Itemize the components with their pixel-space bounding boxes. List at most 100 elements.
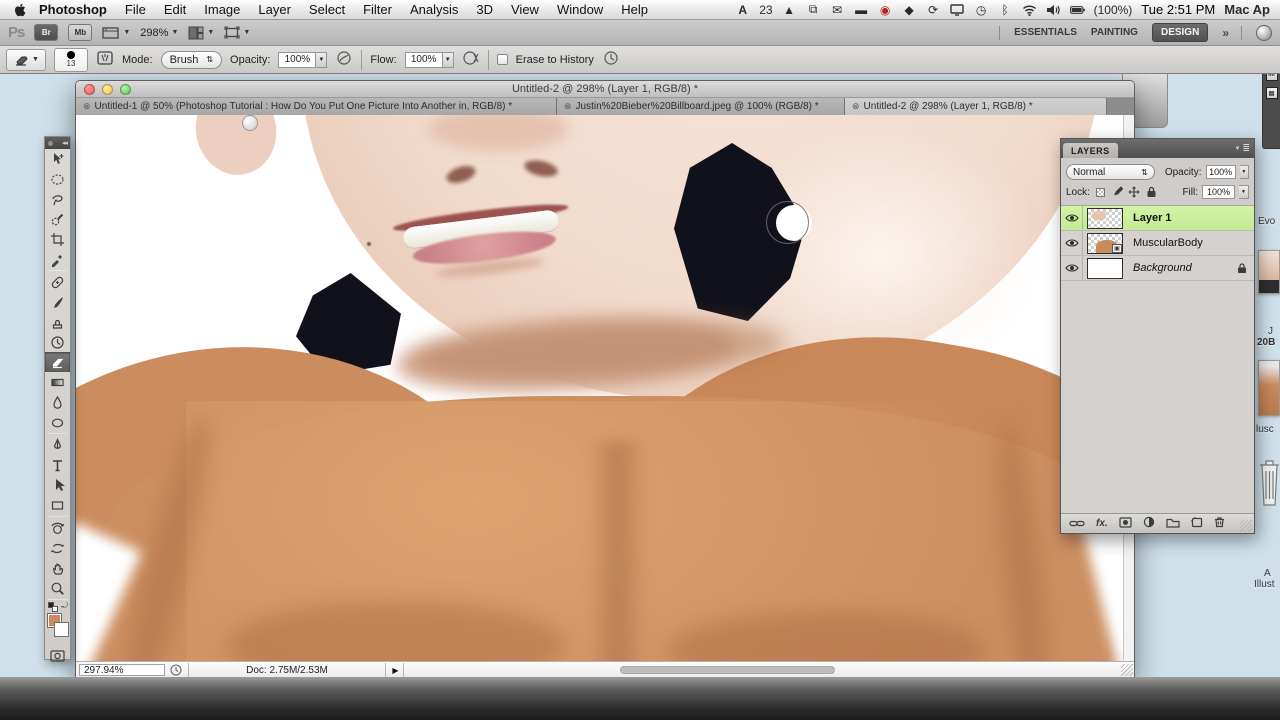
opacity-input[interactable]: 100% xyxy=(278,51,317,68)
hand-tool-button[interactable] xyxy=(45,558,70,578)
menu-filter[interactable]: Filter xyxy=(354,2,401,17)
close-tab-icon[interactable]: ⊗ xyxy=(564,101,572,112)
layer-style-icon[interactable]: fx. xyxy=(1096,518,1108,529)
opacity-slider-button[interactable]: ▼ xyxy=(316,51,328,68)
bluetooth-icon[interactable]: ᛒ xyxy=(998,2,1013,17)
record-app-icon[interactable]: ◉ xyxy=(878,2,893,17)
lock-all-icon[interactable] xyxy=(1145,186,1158,199)
rectangle-tool-button[interactable] xyxy=(45,495,70,515)
new-layer-icon[interactable] xyxy=(1190,515,1203,533)
lock-transparency-icon[interactable] xyxy=(1094,186,1107,199)
workspace-design[interactable]: DESIGN xyxy=(1151,23,1209,42)
clone-stamp-tool-button[interactable] xyxy=(45,312,70,332)
battery-icon[interactable] xyxy=(1069,2,1085,17)
view-extras-dropdown[interactable]: ▼ xyxy=(102,26,130,40)
tab-justin-bieber-billboard[interactable]: ⊗ Justin%20Bieber%20Billboard.jpeg @ 100… xyxy=(557,98,845,115)
window-resize-grip[interactable] xyxy=(1121,664,1133,676)
adobe-updates-icon[interactable]: A xyxy=(735,2,750,17)
adjustment-layer-icon[interactable] xyxy=(1143,515,1155,533)
apple-menu[interactable] xyxy=(10,3,30,17)
brush-preset-picker[interactable]: 13 xyxy=(54,47,88,72)
new-group-icon[interactable] xyxy=(1166,515,1180,533)
eyedropper-tool-button[interactable] xyxy=(45,249,70,269)
tablet-opacity-icon[interactable] xyxy=(335,50,353,69)
screen-capture-icon[interactable]: ▬ xyxy=(854,2,869,17)
layer-row-muscularbody[interactable]: ▣ MuscularBody xyxy=(1061,231,1254,256)
layer-thumbnail[interactable] xyxy=(1083,207,1127,229)
spot-healing-tool-button[interactable] xyxy=(45,272,70,292)
layer-name[interactable]: Background xyxy=(1127,262,1230,274)
desktop-file-label[interactable]: A xyxy=(1264,568,1271,579)
frontmost-app-name[interactable]: Mac Ap xyxy=(1224,2,1270,17)
status-doc-size[interactable]: Doc: 2.75M/2.53M xyxy=(188,663,386,677)
erase-to-history-checkbox[interactable] xyxy=(496,54,508,65)
desktop-file-label[interactable]: Illust xyxy=(1254,579,1275,590)
gradient-tool-button[interactable] xyxy=(45,372,70,392)
menu-image[interactable]: Image xyxy=(195,2,249,17)
layers-panel-header[interactable]: LAYERS ▼ ≣ xyxy=(1061,139,1254,158)
menu-view[interactable]: View xyxy=(502,2,548,17)
desktop-file-label[interactable]: lusc xyxy=(1256,424,1274,435)
blur-tool-button[interactable] xyxy=(45,392,70,412)
google-drive-icon[interactable]: ▲ xyxy=(782,2,797,17)
type-tool-button[interactable] xyxy=(45,455,70,475)
layer-name[interactable]: MuscularBody xyxy=(1127,237,1254,249)
menu-file[interactable]: File xyxy=(116,2,155,17)
window-switcher-icon[interactable]: ⧉ xyxy=(806,2,821,17)
desktop-file-thumbnail[interactable] xyxy=(1258,360,1280,416)
status-zoom-field[interactable]: 297.94% xyxy=(79,664,165,676)
panel-menu-icon[interactable]: ▼ ≣ xyxy=(1235,143,1251,154)
mode-select[interactable]: Brush ⇅ xyxy=(160,50,223,69)
delete-layer-icon[interactable] xyxy=(1214,515,1225,533)
sync-icon[interactable]: ⟳ xyxy=(926,2,941,17)
launch-bridge-button[interactable]: Br xyxy=(34,24,59,41)
tab-untitled-2[interactable]: ⊗ Untitled-2 @ 298% (Layer 1, RGB/8) * xyxy=(845,98,1107,115)
volume-icon[interactable] xyxy=(1046,2,1061,17)
lock-pixels-icon[interactable] xyxy=(1111,186,1124,199)
3d-rotate-tool-button[interactable] xyxy=(45,518,70,538)
menu-edit[interactable]: Edit xyxy=(155,2,195,17)
flow-slider-button[interactable]: ▼ xyxy=(442,51,454,68)
layers-opacity-slider-button[interactable]: ▼ xyxy=(1239,165,1249,179)
menu-bar-clock[interactable]: Tue 2:51 PM xyxy=(1141,2,1215,17)
layers-fill-slider-button[interactable]: ▼ xyxy=(1239,185,1249,199)
layer-visibility-toggle[interactable] xyxy=(1061,256,1083,280)
path-selection-tool-button[interactable] xyxy=(45,475,70,495)
time-machine-icon[interactable]: ◷ xyxy=(974,2,989,17)
menu-3d[interactable]: 3D xyxy=(467,2,502,17)
zoom-window-button[interactable] xyxy=(120,84,131,95)
dodge-tool-button[interactable] xyxy=(45,412,70,432)
launch-minibridge-button[interactable]: Mb xyxy=(68,24,93,41)
arrange-documents-dropdown[interactable]: ▼ xyxy=(188,26,214,40)
eraser-tool-preset[interactable]: ▼ xyxy=(6,48,46,71)
window-title-bar[interactable]: Untitled-2 @ 298% (Layer 1, RGB/8) * xyxy=(76,81,1134,98)
close-tab-icon[interactable]: ⊗ xyxy=(83,101,91,112)
menu-select[interactable]: Select xyxy=(300,2,354,17)
link-layers-icon[interactable] xyxy=(1069,515,1085,533)
lasso-tool-button[interactable] xyxy=(45,189,70,209)
panel-resize-grip[interactable] xyxy=(1240,520,1252,532)
minimize-window-button[interactable] xyxy=(102,84,113,95)
layer-name[interactable]: Layer 1 xyxy=(1127,212,1254,224)
layer-thumbnail[interactable]: ▣ xyxy=(1083,232,1127,254)
swap-colors-icon[interactable]: ⤾ xyxy=(61,601,68,611)
lock-position-icon[interactable] xyxy=(1128,186,1141,199)
airbrush-icon[interactable] xyxy=(462,50,480,69)
marquee-tool-button[interactable] xyxy=(45,169,70,189)
pen-tool-button[interactable] xyxy=(45,435,70,455)
panel-icon[interactable]: ▤ xyxy=(1265,87,1278,99)
history-brush-tool-button[interactable] xyxy=(45,332,70,352)
menu-window[interactable]: Window xyxy=(548,2,612,17)
menu-help[interactable]: Help xyxy=(612,2,657,17)
quick-selection-tool-button[interactable] xyxy=(45,209,70,229)
close-tab-icon[interactable]: ⊗ xyxy=(852,101,860,112)
tools-panel-header[interactable]: ◂◂ xyxy=(45,137,70,149)
brush-tool-button[interactable] xyxy=(45,292,70,312)
blend-mode-select[interactable]: Normal ⇅ xyxy=(1066,164,1155,180)
docked-panel-fragment[interactable]: Mi ▤ xyxy=(1262,63,1280,149)
desktop-file-thumbnail[interactable] xyxy=(1258,250,1280,294)
layer-row-background[interactable]: Background xyxy=(1061,256,1254,281)
desktop-file-label[interactable]: Evo xyxy=(1258,216,1275,227)
status-menu-arrow[interactable]: ▶ xyxy=(388,663,404,677)
desktop-file-label[interactable]: 20B xyxy=(1257,337,1275,348)
